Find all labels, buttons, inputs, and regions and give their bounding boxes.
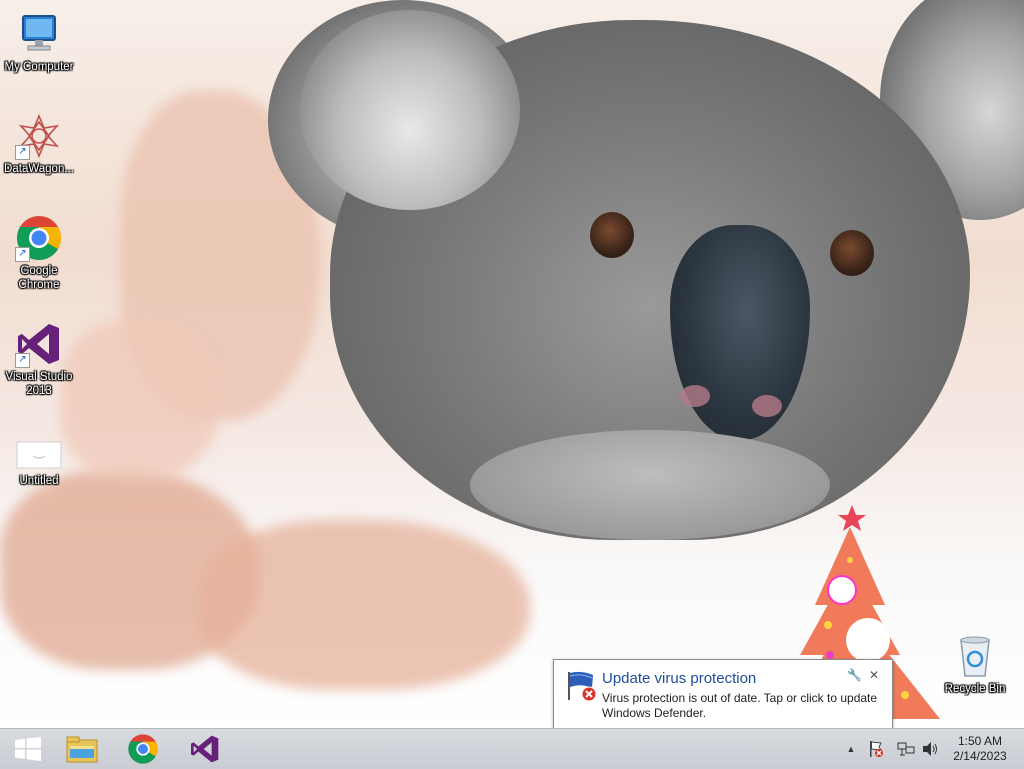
visual-studio-icon bbox=[191, 735, 219, 763]
clock-date: 2/14/2023 bbox=[953, 749, 1007, 763]
chrome-icon bbox=[128, 734, 158, 764]
taskbar-file-explorer[interactable] bbox=[54, 729, 110, 769]
clock-time: 1:50 AM bbox=[957, 734, 1003, 748]
taskbar-clock[interactable]: 1:50 AM 2/14/2023 bbox=[944, 734, 1016, 764]
desktop-icon-label: Visual Studio 2013 bbox=[5, 371, 73, 397]
desktop-icon-my-computer[interactable]: My Computer bbox=[0, 10, 78, 74]
close-icon[interactable]: ✕ bbox=[867, 668, 881, 682]
show-hidden-icons-button[interactable]: ▲ bbox=[844, 740, 858, 758]
shortcut-arrow-icon: ↗ bbox=[15, 247, 30, 262]
computer-icon bbox=[15, 10, 63, 58]
folder-icon bbox=[66, 736, 98, 763]
notification-body: Virus protection is out of date. Tap or … bbox=[602, 691, 878, 720]
desktop-icon-visual-studio[interactable]: ↗ Visual Studio 2013 bbox=[0, 320, 78, 398]
desktop-icon-google-chrome[interactable]: ↗ Google Chrome bbox=[0, 214, 78, 292]
notification-title: Update virus protection bbox=[602, 670, 757, 687]
desktop-icon-label: My Computer bbox=[4, 61, 74, 73]
notification-balloon[interactable]: Update virus protection Virus protection… bbox=[553, 659, 893, 731]
shortcut-arrow-icon: ↗ bbox=[15, 145, 30, 160]
volume-icon[interactable] bbox=[920, 740, 940, 758]
desktop-icon-label: Google Chrome bbox=[18, 265, 60, 291]
desktop-icon-recycle-bin[interactable]: Recycle Bin bbox=[936, 632, 1014, 696]
action-center-flag-icon[interactable] bbox=[866, 740, 886, 758]
taskbar-google-chrome[interactable] bbox=[115, 729, 171, 769]
network-icon[interactable] bbox=[896, 740, 916, 758]
datawagon-icon: ↗ bbox=[15, 112, 63, 160]
desktop-icon-label: Untitled bbox=[19, 475, 59, 487]
windows-logo-icon bbox=[15, 737, 41, 761]
document-icon bbox=[15, 436, 63, 472]
desktop-icon-untitled[interactable]: Untitled bbox=[0, 436, 78, 488]
start-button[interactable] bbox=[0, 729, 56, 769]
shortcut-arrow-icon: ↗ bbox=[15, 353, 30, 368]
recycle-bin-icon bbox=[951, 632, 999, 680]
wrench-icon[interactable]: 🔧 bbox=[847, 668, 862, 682]
desktop-icon-label: DataWagon... bbox=[4, 163, 74, 175]
defender-flag-icon bbox=[565, 670, 597, 702]
desktop-icon-label: Recycle Bin bbox=[944, 683, 1006, 695]
taskbar: ▲ 1:50 AM 2/14/2023 bbox=[0, 728, 1024, 769]
visual-studio-icon: ↗ bbox=[15, 320, 63, 368]
chrome-icon: ↗ bbox=[15, 214, 63, 262]
taskbar-visual-studio[interactable] bbox=[177, 729, 233, 769]
desktop-icon-datawagon[interactable]: ↗ DataWagon... bbox=[0, 112, 78, 176]
